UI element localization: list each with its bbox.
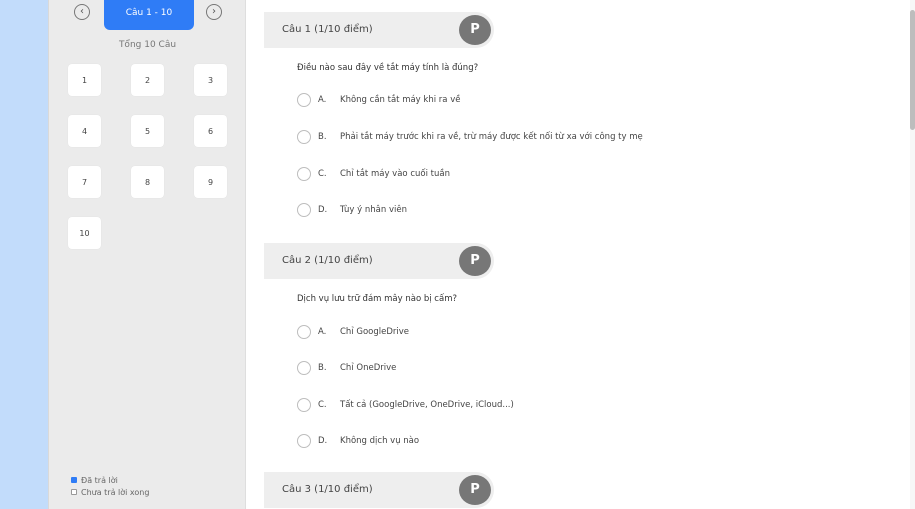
radio-button[interactable]	[297, 325, 311, 339]
legend-unanswered: Chưa trả lời xong	[71, 486, 149, 498]
chevron-left-circle-icon[interactable]: ‹	[74, 4, 90, 20]
option-d[interactable]: D. Tùy ý nhân viên	[297, 203, 407, 217]
radio-button[interactable]	[297, 203, 311, 217]
question-button-3[interactable]: 3	[194, 64, 227, 96]
question-button-7[interactable]: 7	[68, 166, 101, 198]
option-letter: D.	[318, 205, 328, 215]
question-text: Dịch vụ lưu trữ đám mây nào bị cấm?	[297, 294, 457, 304]
option-letter: C.	[318, 400, 327, 410]
option-letter: D.	[318, 436, 328, 446]
radio-button[interactable]	[297, 130, 311, 144]
answered-square-icon	[71, 477, 77, 483]
question-title: Câu 1 (1/10 điểm)	[282, 24, 373, 35]
question-button-5[interactable]: 5	[131, 115, 164, 147]
radio-button[interactable]	[297, 361, 311, 375]
question-header: Câu 3 (1/10 điểm) P	[264, 472, 494, 508]
option-text: Không dịch vụ nào	[340, 436, 420, 446]
radio-button[interactable]	[297, 93, 311, 107]
chevron-right-circle-icon[interactable]: ›	[206, 4, 222, 20]
option-c[interactable]: C. Chỉ tắt máy vào cuối tuần	[297, 167, 450, 181]
quiz-window: ‹ Câu 1 - 10 › Tổng 10 Câu 1 2 3 4 5 6 7…	[48, 0, 915, 509]
option-letter: A.	[318, 95, 327, 105]
legend-answered-label: Đã trả lời	[81, 475, 118, 485]
radio-button[interactable]	[297, 167, 311, 181]
status-legend: Đã trả lời Chưa trả lời xong	[71, 474, 149, 498]
scrollbar[interactable]	[910, 0, 915, 509]
flag-icon[interactable]: P	[459, 15, 491, 45]
question-button-2[interactable]: 2	[131, 64, 164, 96]
question-button-10[interactable]: 10	[68, 217, 101, 249]
range-selector: ‹ Câu 1 - 10 ›	[49, 0, 246, 30]
question-button-9[interactable]: 9	[194, 166, 227, 198]
option-text: Tất cả (GoogleDrive, OneDrive, iCloud...…	[340, 400, 514, 410]
option-letter: A.	[318, 327, 327, 337]
question-range-button[interactable]: Câu 1 - 10	[104, 0, 194, 30]
question-list: Câu 1 (1/10 điểm) P Điều nào sau đây về …	[246, 0, 915, 509]
flag-icon[interactable]: P	[459, 475, 491, 505]
option-a[interactable]: A. Chỉ GoogleDrive	[297, 325, 409, 339]
option-letter: C.	[318, 169, 327, 179]
unanswered-square-icon	[71, 489, 77, 495]
option-a[interactable]: A. Không cần tắt máy khi ra về	[297, 93, 460, 107]
question-navigator: ‹ Câu 1 - 10 › Tổng 10 Câu 1 2 3 4 5 6 7…	[49, 0, 246, 509]
question-title: Câu 3 (1/10 điểm)	[282, 484, 373, 495]
question-header: Câu 2 (1/10 điểm) P	[264, 243, 494, 279]
option-text: Phải tắt máy trước khi ra về, trừ máy đư…	[340, 132, 643, 142]
legend-unanswered-label: Chưa trả lời xong	[81, 487, 150, 497]
question-title: Câu 2 (1/10 điểm)	[282, 255, 373, 266]
question-text: Điều nào sau đây về tắt máy tính là đúng…	[297, 63, 479, 73]
radio-button[interactable]	[297, 398, 311, 412]
option-text: Tùy ý nhân viên	[340, 205, 407, 215]
option-text: Không cần tắt máy khi ra về	[340, 95, 461, 105]
option-c[interactable]: C. Tất cả (GoogleDrive, OneDrive, iCloud…	[297, 398, 514, 412]
question-grid: 1 2 3 4 5 6 7 8 9 10	[68, 64, 227, 249]
scrollbar-thumb[interactable]	[910, 10, 915, 130]
option-letter: B.	[318, 363, 327, 373]
question-header: Câu 1 (1/10 điểm) P	[264, 12, 494, 48]
option-text: Chỉ GoogleDrive	[340, 327, 410, 337]
question-button-1[interactable]: 1	[68, 64, 101, 96]
flag-icon[interactable]: P	[459, 246, 491, 276]
radio-button[interactable]	[297, 434, 311, 448]
option-d[interactable]: D. Không dịch vụ nào	[297, 434, 419, 448]
legend-answered: Đã trả lời	[71, 474, 149, 486]
total-questions-label: Tổng 10 Câu	[118, 40, 177, 50]
option-text: Chỉ tắt máy vào cuối tuần	[340, 169, 450, 179]
question-button-4[interactable]: 4	[68, 115, 101, 147]
question-button-8[interactable]: 8	[131, 166, 164, 198]
option-text: Chỉ OneDrive	[340, 363, 397, 373]
question-button-6[interactable]: 6	[194, 115, 227, 147]
option-letter: B.	[318, 132, 327, 142]
option-b[interactable]: B. Chỉ OneDrive	[297, 361, 396, 375]
option-b[interactable]: B. Phải tắt máy trước khi ra về, trừ máy…	[297, 130, 643, 144]
